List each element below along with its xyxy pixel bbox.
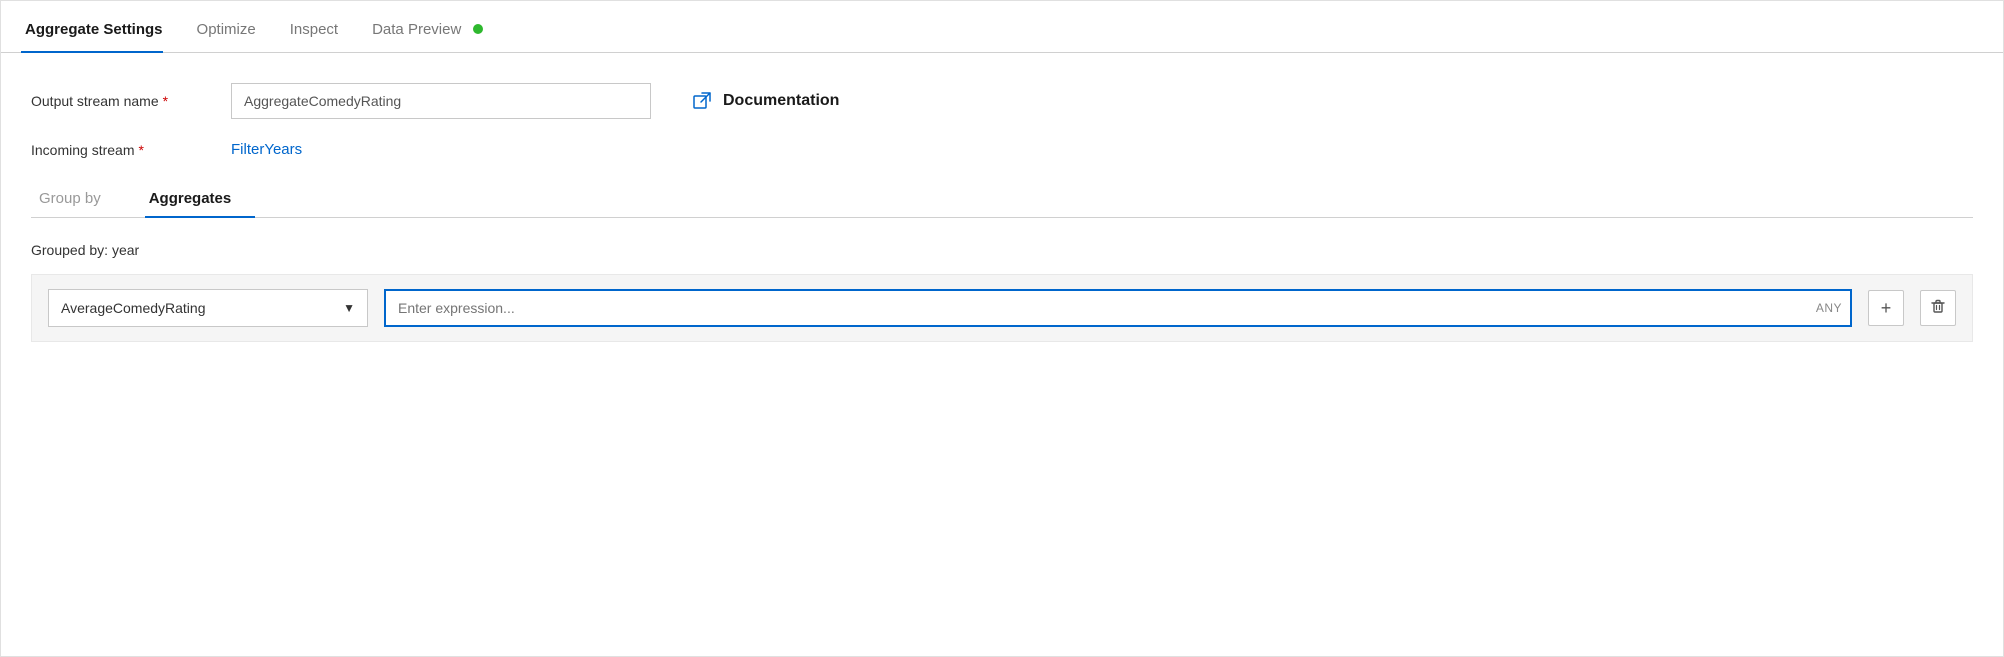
- output-stream-row: Output stream name* Documentation: [31, 83, 1973, 119]
- sub-tab-group-by-label: Group by: [39, 190, 101, 207]
- external-link-icon: [691, 90, 713, 112]
- content-area: Output stream name* Documentation Incomi…: [1, 53, 2003, 656]
- expression-input[interactable]: [384, 289, 1852, 327]
- any-badge: ANY: [1816, 301, 1842, 315]
- output-stream-label: Output stream name*: [31, 93, 231, 109]
- tab-optimize[interactable]: Optimize: [193, 7, 276, 52]
- main-container: Aggregate Settings Optimize Inspect Data…: [0, 0, 2004, 657]
- sub-tab-bar: Group by Aggregates: [31, 180, 1973, 218]
- chevron-down-icon: ▼: [343, 301, 355, 315]
- trash-icon: [1929, 297, 1947, 320]
- grouped-by-label: Grouped by: year: [31, 242, 1973, 258]
- incoming-stream-required: *: [138, 142, 143, 158]
- sub-tab-aggregates[interactable]: Aggregates: [145, 180, 256, 217]
- output-stream-input[interactable]: [231, 83, 651, 119]
- tab-data-preview[interactable]: Data Preview: [368, 7, 503, 52]
- sub-tab-group-by[interactable]: Group by: [35, 180, 125, 217]
- output-stream-required: *: [163, 93, 168, 109]
- aggregate-row-container: AverageComedyRating ▼ ANY +: [31, 274, 1973, 342]
- column-dropdown[interactable]: AverageComedyRating ▼: [48, 289, 368, 327]
- plus-icon: +: [1881, 298, 1892, 319]
- tab-optimize-label: Optimize: [197, 21, 256, 38]
- incoming-stream-row: Incoming stream* FilterYears: [31, 141, 1973, 158]
- incoming-stream-link[interactable]: FilterYears: [231, 141, 302, 158]
- tab-data-preview-label: Data Preview: [372, 21, 461, 38]
- top-tab-bar: Aggregate Settings Optimize Inspect Data…: [1, 1, 2003, 53]
- sub-tab-aggregates-label: Aggregates: [149, 190, 232, 207]
- tab-aggregate-settings-label: Aggregate Settings: [25, 21, 163, 38]
- documentation-label: Documentation: [723, 92, 839, 110]
- delete-aggregate-button[interactable]: [1920, 290, 1956, 326]
- tab-aggregate-settings[interactable]: Aggregate Settings: [21, 7, 183, 52]
- incoming-stream-label: Incoming stream*: [31, 142, 231, 158]
- data-preview-indicator: [473, 24, 483, 34]
- documentation-link[interactable]: Documentation: [691, 90, 839, 112]
- add-aggregate-button[interactable]: +: [1868, 290, 1904, 326]
- tab-inspect-label: Inspect: [290, 21, 338, 38]
- dropdown-value: AverageComedyRating: [61, 300, 206, 316]
- expression-input-wrapper: ANY: [384, 289, 1852, 327]
- tab-inspect[interactable]: Inspect: [286, 7, 358, 52]
